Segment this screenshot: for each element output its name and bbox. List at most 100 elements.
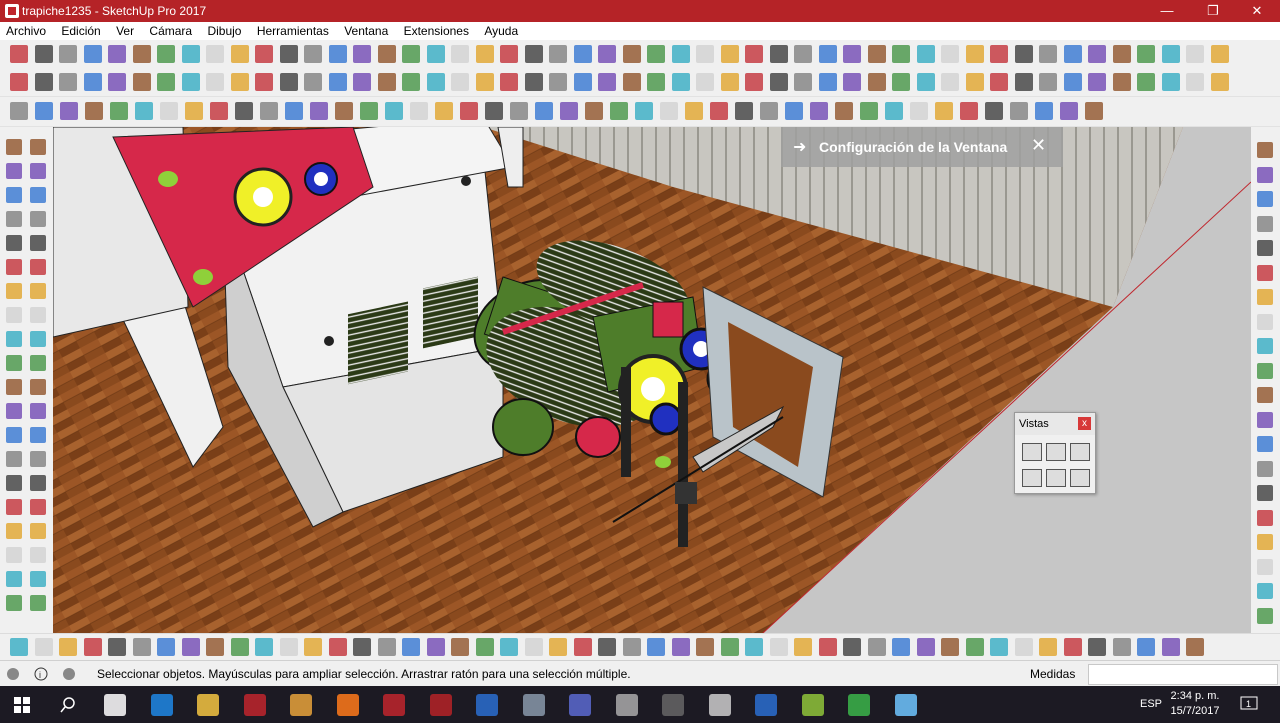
tool-icon[interactable]	[560, 102, 578, 120]
tool-icon[interactable]	[598, 638, 616, 656]
tool-icon[interactable]	[108, 73, 126, 91]
tool-icon[interactable]	[475, 638, 494, 656]
tool-icon[interactable]	[892, 638, 910, 656]
tool-icon[interactable]	[867, 45, 886, 63]
tool-icon[interactable]	[426, 45, 445, 63]
tool-icon[interactable]	[916, 73, 935, 91]
tool-icon[interactable]	[622, 638, 641, 656]
tool-icon[interactable]	[500, 73, 518, 91]
tool-icon[interactable]	[535, 102, 553, 120]
tool-icon[interactable]	[769, 638, 788, 656]
tool-icon[interactable]	[157, 73, 175, 91]
tool-icon[interactable]	[6, 451, 22, 467]
tool-icon[interactable]	[1060, 102, 1078, 120]
tool-icon[interactable]	[720, 73, 739, 91]
tool-icon[interactable]	[720, 45, 739, 63]
tool-icon[interactable]	[990, 638, 1008, 656]
tool-icon[interactable]	[573, 45, 592, 63]
tool-icon[interactable]	[1088, 638, 1106, 656]
tool-icon[interactable]	[34, 73, 53, 91]
tool-icon[interactable]	[1137, 73, 1155, 91]
tool-icon[interactable]	[1257, 191, 1273, 207]
windows-start-icon[interactable]	[14, 697, 30, 713]
tool-icon[interactable]	[6, 235, 22, 251]
close-window-button[interactable]: ✕	[1234, 0, 1280, 22]
tool-icon[interactable]	[360, 102, 378, 120]
tool-icon[interactable]	[206, 73, 224, 91]
tool-icon[interactable]	[1088, 45, 1106, 63]
menu-edicion[interactable]: Edición	[55, 22, 106, 40]
tool-icon[interactable]	[549, 638, 567, 656]
tool-icon[interactable]	[1063, 45, 1082, 63]
tool-icon[interactable]	[30, 571, 46, 587]
menu-archivo[interactable]: Archivo	[0, 22, 52, 40]
model-viewport[interactable]	[53, 127, 1251, 633]
tool-icon[interactable]	[460, 102, 478, 120]
tool-icon[interactable]	[835, 102, 853, 120]
minimize-button[interactable]: —	[1144, 0, 1190, 22]
tool-icon[interactable]	[328, 638, 347, 656]
taskbar-app-icon[interactable]	[755, 694, 777, 716]
tool-icon[interactable]	[10, 102, 28, 120]
tool-icon[interactable]	[1137, 45, 1155, 63]
tool-icon[interactable]	[696, 45, 714, 63]
back-view-icon[interactable]	[1046, 469, 1066, 487]
tool-icon[interactable]	[1161, 638, 1180, 656]
tool-icon[interactable]	[255, 638, 273, 656]
taskbar-app-icon[interactable]	[894, 694, 917, 716]
tool-icon[interactable]	[1186, 638, 1204, 656]
tool-icon[interactable]	[60, 102, 78, 120]
tool-icon[interactable]	[6, 403, 22, 419]
tool-icon[interactable]	[1210, 45, 1229, 63]
taskbar-app-icon[interactable]	[801, 694, 824, 716]
tool-icon[interactable]	[206, 45, 224, 63]
taskbar-app-icon[interactable]	[197, 694, 219, 716]
tool-icon[interactable]	[885, 102, 903, 120]
tool-icon[interactable]	[1257, 583, 1273, 599]
tool-icon[interactable]	[59, 45, 77, 63]
tool-icon[interactable]	[647, 638, 665, 656]
tool-icon[interactable]	[965, 73, 984, 91]
tool-icon[interactable]	[671, 45, 690, 63]
tool-icon[interactable]	[230, 73, 249, 91]
tool-icon[interactable]	[735, 102, 753, 120]
notice-close-icon[interactable]: ✕	[1031, 135, 1046, 156]
tool-icon[interactable]	[185, 102, 203, 120]
window-settings-notice[interactable]: ➜ Configuración de la Ventana ✕	[781, 127, 1063, 167]
tool-icon[interactable]	[1257, 460, 1273, 477]
tool-icon[interactable]	[328, 73, 347, 91]
tool-icon[interactable]	[1161, 73, 1180, 91]
tool-icon[interactable]	[377, 638, 396, 656]
tool-icon[interactable]	[935, 102, 953, 120]
tool-icon[interactable]	[892, 45, 910, 63]
tool-icon[interactable]	[451, 73, 469, 91]
tool-icon[interactable]	[30, 163, 46, 179]
tool-icon[interactable]	[1035, 102, 1053, 120]
tool-icon[interactable]	[941, 638, 959, 656]
taskbar-app-icon[interactable]	[569, 694, 591, 716]
tool-icon[interactable]	[671, 638, 690, 656]
tool-icon[interactable]	[720, 638, 739, 656]
tool-icon[interactable]	[965, 45, 984, 63]
tool-icon[interactable]	[30, 523, 46, 539]
tool-icon[interactable]	[30, 235, 46, 251]
tool-icon[interactable]	[285, 102, 303, 120]
tool-icon[interactable]	[1257, 411, 1273, 428]
tool-icon[interactable]	[30, 451, 46, 467]
tool-icon[interactable]	[304, 638, 322, 656]
clock[interactable]: 2:34 p. m. 15/7/2017	[1164, 689, 1226, 719]
tool-icon[interactable]	[745, 45, 763, 63]
tool-icon[interactable]	[34, 638, 53, 656]
tool-icon[interactable]	[990, 45, 1008, 63]
tool-icon[interactable]	[6, 595, 22, 611]
menu-ayuda[interactable]: Ayuda	[478, 22, 524, 40]
tool-icon[interactable]	[83, 638, 102, 656]
tool-icon[interactable]	[108, 45, 126, 63]
tool-icon[interactable]	[10, 73, 28, 91]
tool-icon[interactable]	[696, 638, 714, 656]
tool-icon[interactable]	[843, 638, 861, 656]
tool-icon[interactable]	[426, 73, 445, 91]
tool-icon[interactable]	[426, 638, 445, 656]
taskbar-app-icon[interactable]	[243, 694, 266, 716]
tool-icon[interactable]	[867, 73, 886, 91]
